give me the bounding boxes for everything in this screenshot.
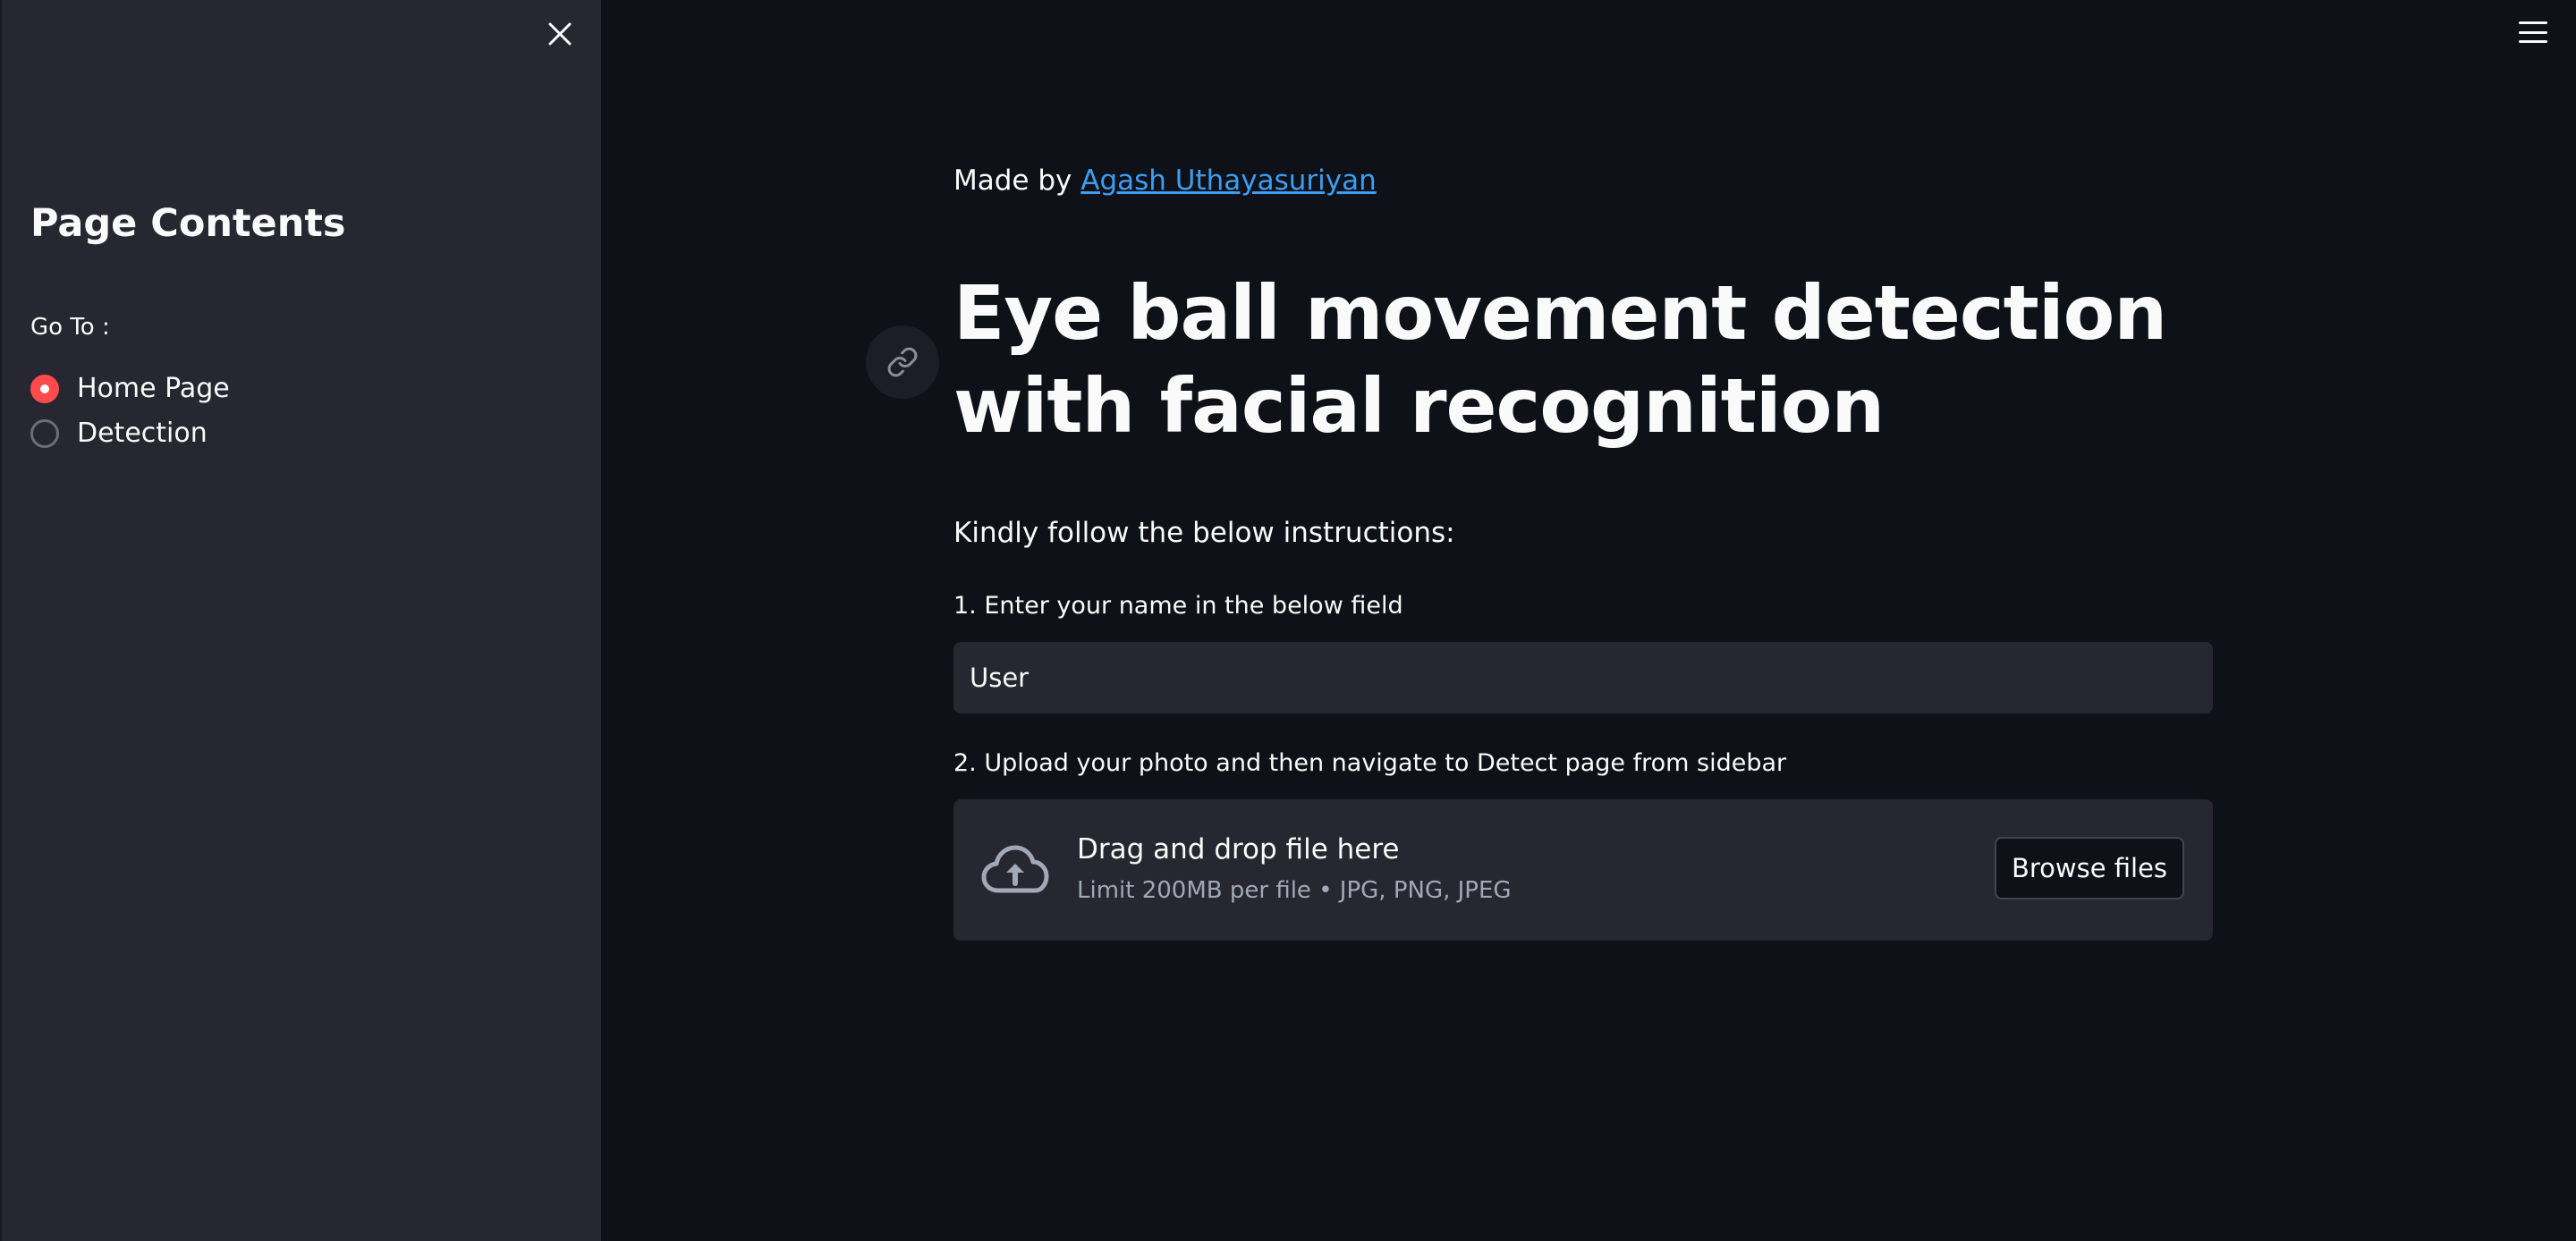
file-dropzone[interactable]: Drag and drop file here Limit 200MB per … [953, 799, 2213, 941]
hamburger-menu-icon [2519, 30, 2547, 34]
goto-label: Go To : [30, 314, 110, 341]
link-icon [887, 347, 918, 377]
radio-label: Detection [77, 418, 208, 449]
radio-checked-icon [30, 375, 59, 403]
sidebar: Page Contents Go To : Home Page Detectio… [0, 0, 601, 1241]
main-menu-button[interactable] [2515, 18, 2551, 46]
browse-files-button[interactable]: Browse files [1995, 837, 2184, 899]
made-by-text: Made by Agash Uthayasuriyan [953, 161, 1377, 200]
made-by-prefix: Made by [953, 165, 1081, 197]
radio-option-home-page[interactable]: Home Page [30, 367, 230, 411]
hamburger-menu-icon [2519, 21, 2547, 24]
page-title: Eye ball movement detection with facial … [953, 269, 2167, 450]
radio-label: Home Page [77, 373, 230, 404]
radio-unchecked-icon [30, 419, 59, 448]
author-link[interactable]: Agash Uthayasuriyan [1080, 165, 1377, 197]
instructions-text: Kindly follow the below instructions: [953, 517, 1455, 549]
radio-option-detection[interactable]: Detection [30, 411, 230, 456]
hamburger-menu-icon [2519, 40, 2547, 43]
title-anchor-link[interactable] [866, 325, 939, 399]
close-sidebar-button[interactable] [542, 16, 578, 52]
sidebar-title: Page Contents [30, 201, 346, 246]
page-radio-group: Home Page Detection [30, 367, 230, 456]
dropzone-title: Drag and drop file here [1077, 833, 1400, 865]
close-icon [548, 22, 572, 46]
dropzone-limit-text: Limit 200MB per file • JPG, PNG, JPEG [1077, 877, 1512, 904]
cloud-upload-icon [981, 845, 1049, 893]
name-field-label: 1. Enter your name in the below field [953, 592, 1403, 620]
name-input[interactable] [953, 642, 2213, 713]
upload-label: 2. Upload your photo and then navigate t… [953, 749, 1787, 777]
